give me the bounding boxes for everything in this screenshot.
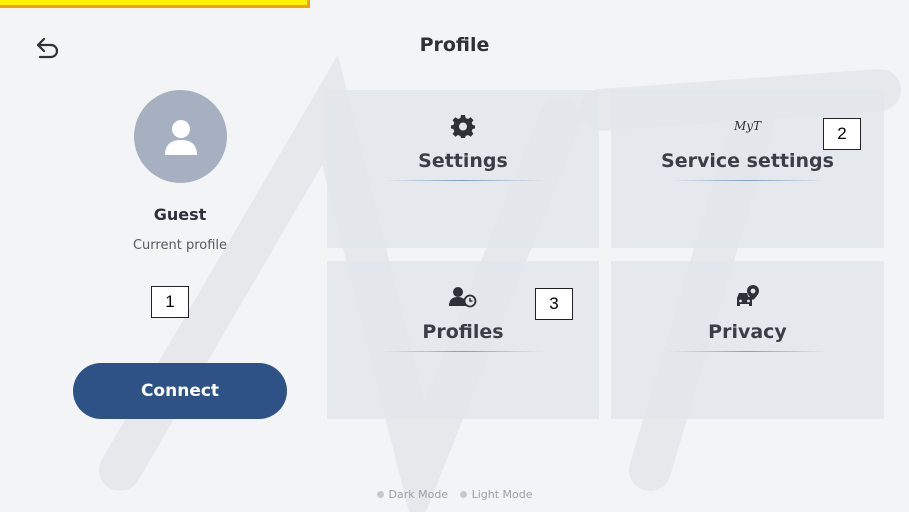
- person-icon: [164, 119, 197, 155]
- mode-selector: Dark Mode Light Mode: [0, 488, 909, 501]
- profiles-tile[interactable]: Profiles: [327, 261, 599, 419]
- settings-tile[interactable]: Settings: [327, 90, 599, 248]
- service-settings-label: Service settings: [661, 150, 834, 172]
- user-clock-icon: [449, 283, 477, 311]
- myt-watermark: [99, 54, 901, 512]
- dark-mode-option[interactable]: Dark Mode: [376, 488, 449, 501]
- annotation-label-3: 3: [535, 288, 573, 320]
- myt-logo-text: MyT: [733, 119, 762, 133]
- connect-button[interactable]: Connect: [73, 363, 287, 419]
- profiles-underline: [383, 351, 543, 352]
- light-mode-option[interactable]: Light Mode: [459, 488, 533, 501]
- service-settings-underline: [667, 180, 828, 181]
- light-mode-dot-icon: [459, 491, 467, 498]
- profiles-label: Profiles: [422, 321, 504, 343]
- privacy-label: Privacy: [708, 321, 787, 343]
- dark-mode-label: Dark Mode: [388, 488, 449, 501]
- service-settings-tile[interactable]: MyT Service settings: [611, 90, 884, 248]
- annotation-label-1: 1: [151, 286, 189, 318]
- settings-underline: [383, 180, 543, 181]
- profile-name: Guest: [153, 205, 207, 224]
- avatar: [134, 90, 227, 183]
- settings-label: Settings: [418, 150, 508, 172]
- car-location-icon: [734, 283, 762, 311]
- myt-logo-icon: MyT: [734, 112, 761, 140]
- gear-icon: [451, 112, 475, 140]
- light-mode-label: Light Mode: [471, 488, 533, 501]
- profile-subtitle: Current profile: [132, 238, 228, 253]
- dark-mode-dot-icon: [376, 491, 384, 498]
- page-title: Profile: [419, 34, 490, 56]
- privacy-underline: [667, 351, 828, 352]
- highlight-strip: [0, 0, 310, 8]
- annotation-label-2: 2: [823, 118, 861, 150]
- privacy-tile[interactable]: Privacy: [611, 261, 884, 419]
